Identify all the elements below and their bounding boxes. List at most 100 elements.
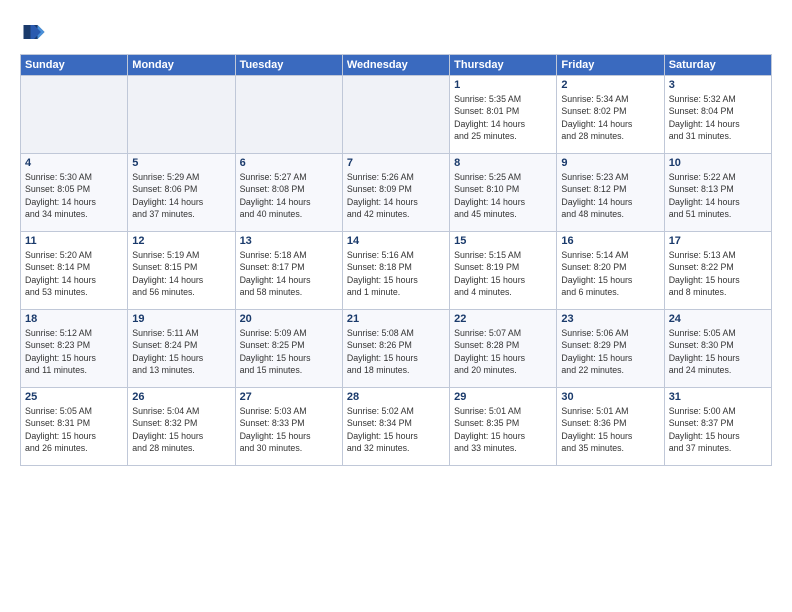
calendar-page: SundayMondayTuesdayWednesdayThursdayFrid… xyxy=(0,0,792,612)
day-cell: 13 Sunrise: 5:18 AM Sunset: 8:17 PM Dayli… xyxy=(235,232,342,310)
day-info: Sunrise: 5:29 AM Sunset: 8:06 PM Dayligh… xyxy=(132,171,230,220)
day-cell: 12 Sunrise: 5:19 AM Sunset: 8:15 PM Dayli… xyxy=(128,232,235,310)
day-number: 20 xyxy=(240,313,338,325)
day-cell: 27Sunrise: 5:03 AM Sunset: 8:33 PM Dayli… xyxy=(235,388,342,466)
day-cell: 20 Sunrise: 5:09 AM Sunset: 8:25 PM Dayli… xyxy=(235,310,342,388)
day-info: Sunrise: 5:32 AM Sunset: 8:04 PM Dayligh… xyxy=(669,93,767,142)
weekday-header-row: SundayMondayTuesdayWednesdayThursdayFrid… xyxy=(21,55,772,76)
day-info: Sunrise: 5:06 AM Sunset: 8:29 PM Dayligh… xyxy=(561,327,659,376)
day-cell xyxy=(21,76,128,154)
day-number: 17 xyxy=(669,235,767,247)
day-number: 6 xyxy=(240,157,338,169)
day-number: 29 xyxy=(454,391,552,403)
day-info: Sunrise: 5:14 AM Sunset: 8:20 PM Dayligh… xyxy=(561,249,659,298)
day-cell: 19 Sunrise: 5:11 AM Sunset: 8:24 PM Dayli… xyxy=(128,310,235,388)
day-info: Sunrise: 5:04 AM Sunset: 8:32 PM Dayligh… xyxy=(132,405,230,454)
day-info: Sunrise: 5:27 AM Sunset: 8:08 PM Dayligh… xyxy=(240,171,338,220)
header xyxy=(20,18,772,46)
weekday-header-tuesday: Tuesday xyxy=(235,55,342,76)
day-cell: 6 Sunrise: 5:27 AM Sunset: 8:08 PM Daylig… xyxy=(235,154,342,232)
logo-icon xyxy=(20,18,48,46)
day-cell: 26Sunrise: 5:04 AM Sunset: 8:32 PM Dayli… xyxy=(128,388,235,466)
day-info: Sunrise: 5:02 AM Sunset: 8:34 PM Dayligh… xyxy=(347,405,445,454)
day-info: Sunrise: 5:23 AM Sunset: 8:12 PM Dayligh… xyxy=(561,171,659,220)
day-number: 5 xyxy=(132,157,230,169)
day-cell xyxy=(342,76,449,154)
day-info: Sunrise: 5:07 AM Sunset: 8:28 PM Dayligh… xyxy=(454,327,552,376)
day-cell: 23Sunrise: 5:06 AM Sunset: 8:29 PM Dayli… xyxy=(557,310,664,388)
day-info: Sunrise: 5:01 AM Sunset: 8:35 PM Dayligh… xyxy=(454,405,552,454)
day-number: 3 xyxy=(669,79,767,91)
day-cell: 14 Sunrise: 5:16 AM Sunset: 8:18 PM Dayli… xyxy=(342,232,449,310)
day-number: 30 xyxy=(561,391,659,403)
day-cell: 28 Sunrise: 5:02 AM Sunset: 8:34 PM Dayli… xyxy=(342,388,449,466)
day-number: 14 xyxy=(347,235,445,247)
calendar-table: SundayMondayTuesdayWednesdayThursdayFrid… xyxy=(20,54,772,466)
day-number: 11 xyxy=(25,235,123,247)
day-info: Sunrise: 5:25 AM Sunset: 8:10 PM Dayligh… xyxy=(454,171,552,220)
day-info: Sunrise: 5:30 AM Sunset: 8:05 PM Dayligh… xyxy=(25,171,123,220)
day-info: Sunrise: 5:11 AM Sunset: 8:24 PM Dayligh… xyxy=(132,327,230,376)
day-number: 13 xyxy=(240,235,338,247)
day-number: 2 xyxy=(561,79,659,91)
week-row-5: 25Sunrise: 5:05 AM Sunset: 8:31 PM Dayli… xyxy=(21,388,772,466)
day-number: 24 xyxy=(669,313,767,325)
day-cell xyxy=(235,76,342,154)
day-info: Sunrise: 5:12 AM Sunset: 8:23 PM Dayligh… xyxy=(25,327,123,376)
day-number: 28 xyxy=(347,391,445,403)
day-info: Sunrise: 5:09 AM Sunset: 8:25 PM Dayligh… xyxy=(240,327,338,376)
day-cell: 10 Sunrise: 5:22 AM Sunset: 8:13 PM Dayli… xyxy=(664,154,771,232)
day-cell: 2 Sunrise: 5:34 AM Sunset: 8:02 PM Daylig… xyxy=(557,76,664,154)
day-info: Sunrise: 5:22 AM Sunset: 8:13 PM Dayligh… xyxy=(669,171,767,220)
day-cell: 9 Sunrise: 5:23 AM Sunset: 8:12 PM Daylig… xyxy=(557,154,664,232)
day-info: Sunrise: 5:34 AM Sunset: 8:02 PM Dayligh… xyxy=(561,93,659,142)
week-row-3: 11 Sunrise: 5:20 AM Sunset: 8:14 PM Dayli… xyxy=(21,232,772,310)
weekday-header-sunday: Sunday xyxy=(21,55,128,76)
weekday-header-wednesday: Wednesday xyxy=(342,55,449,76)
day-info: Sunrise: 5:01 AM Sunset: 8:36 PM Dayligh… xyxy=(561,405,659,454)
day-info: Sunrise: 5:20 AM Sunset: 8:14 PM Dayligh… xyxy=(25,249,123,298)
weekday-header-monday: Monday xyxy=(128,55,235,76)
logo xyxy=(20,18,52,46)
day-number: 7 xyxy=(347,157,445,169)
day-cell: 1 Sunrise: 5:35 AM Sunset: 8:01 PM Daylig… xyxy=(450,76,557,154)
day-info: Sunrise: 5:00 AM Sunset: 8:37 PM Dayligh… xyxy=(669,405,767,454)
weekday-header-friday: Friday xyxy=(557,55,664,76)
day-info: Sunrise: 5:18 AM Sunset: 8:17 PM Dayligh… xyxy=(240,249,338,298)
day-cell: 16 Sunrise: 5:14 AM Sunset: 8:20 PM Dayli… xyxy=(557,232,664,310)
weekday-header-thursday: Thursday xyxy=(450,55,557,76)
week-row-2: 4Sunrise: 5:30 AM Sunset: 8:05 PM Daylig… xyxy=(21,154,772,232)
day-number: 1 xyxy=(454,79,552,91)
day-info: Sunrise: 5:03 AM Sunset: 8:33 PM Dayligh… xyxy=(240,405,338,454)
day-info: Sunrise: 5:26 AM Sunset: 8:09 PM Dayligh… xyxy=(347,171,445,220)
day-number: 15 xyxy=(454,235,552,247)
day-cell: 22 Sunrise: 5:07 AM Sunset: 8:28 PM Dayli… xyxy=(450,310,557,388)
day-cell: 4Sunrise: 5:30 AM Sunset: 8:05 PM Daylig… xyxy=(21,154,128,232)
day-number: 12 xyxy=(132,235,230,247)
day-number: 18 xyxy=(25,313,123,325)
day-cell: 25Sunrise: 5:05 AM Sunset: 8:31 PM Dayli… xyxy=(21,388,128,466)
weekday-header-saturday: Saturday xyxy=(664,55,771,76)
day-cell: 7 Sunrise: 5:26 AM Sunset: 8:09 PM Daylig… xyxy=(342,154,449,232)
day-cell: 30 Sunrise: 5:01 AM Sunset: 8:36 PM Dayli… xyxy=(557,388,664,466)
day-info: Sunrise: 5:15 AM Sunset: 8:19 PM Dayligh… xyxy=(454,249,552,298)
day-info: Sunrise: 5:19 AM Sunset: 8:15 PM Dayligh… xyxy=(132,249,230,298)
day-number: 21 xyxy=(347,313,445,325)
day-number: 22 xyxy=(454,313,552,325)
day-info: Sunrise: 5:08 AM Sunset: 8:26 PM Dayligh… xyxy=(347,327,445,376)
day-info: Sunrise: 5:13 AM Sunset: 8:22 PM Dayligh… xyxy=(669,249,767,298)
day-info: Sunrise: 5:05 AM Sunset: 8:30 PM Dayligh… xyxy=(669,327,767,376)
day-cell: 11 Sunrise: 5:20 AM Sunset: 8:14 PM Dayli… xyxy=(21,232,128,310)
day-info: Sunrise: 5:35 AM Sunset: 8:01 PM Dayligh… xyxy=(454,93,552,142)
day-cell: 29 Sunrise: 5:01 AM Sunset: 8:35 PM Dayli… xyxy=(450,388,557,466)
day-info: Sunrise: 5:16 AM Sunset: 8:18 PM Dayligh… xyxy=(347,249,445,298)
day-number: 16 xyxy=(561,235,659,247)
day-cell: 18 Sunrise: 5:12 AM Sunset: 8:23 PM Dayli… xyxy=(21,310,128,388)
day-number: 19 xyxy=(132,313,230,325)
day-number: 10 xyxy=(669,157,767,169)
day-number: 8 xyxy=(454,157,552,169)
day-number: 9 xyxy=(561,157,659,169)
day-cell: 21 Sunrise: 5:08 AM Sunset: 8:26 PM Dayli… xyxy=(342,310,449,388)
week-row-4: 18 Sunrise: 5:12 AM Sunset: 8:23 PM Dayli… xyxy=(21,310,772,388)
day-cell: 3 Sunrise: 5:32 AM Sunset: 8:04 PM Daylig… xyxy=(664,76,771,154)
